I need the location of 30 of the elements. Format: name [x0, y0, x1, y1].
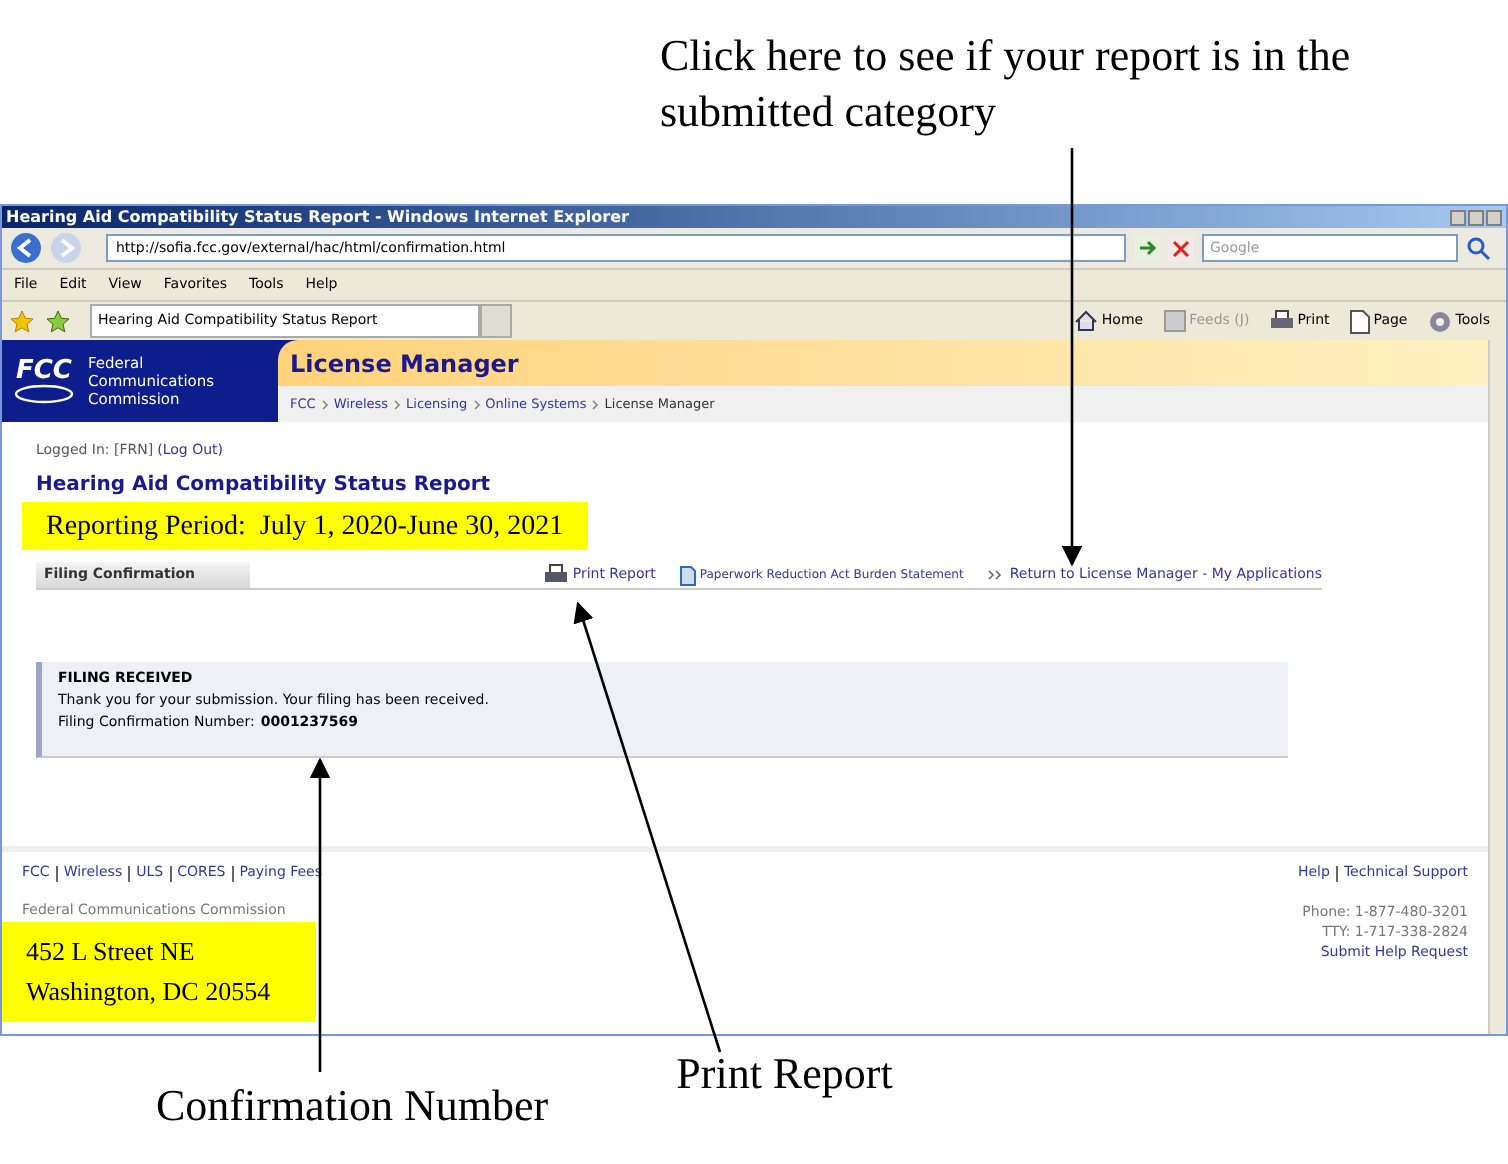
printer-icon	[544, 564, 569, 586]
feed-icon	[1163, 310, 1186, 332]
add-favorite-icon[interactable]	[46, 309, 70, 333]
logo-icon	[14, 384, 74, 404]
annotation-text: Click here to see if your report is in the submitted category	[660, 28, 1353, 140]
refresh-icon[interactable]	[1134, 235, 1160, 261]
page-icon	[1349, 309, 1370, 333]
chevron-icon	[321, 399, 328, 409]
printer-icon	[1269, 310, 1294, 332]
stop-icon[interactable]	[1168, 235, 1194, 261]
page-title: Hearing Aid Compatibility Status Report	[34, 472, 493, 498]
new-tab-button[interactable]	[480, 304, 512, 338]
double-chevron-icon	[987, 570, 1002, 580]
address-line: 452 L Street NE	[26, 938, 197, 966]
document-icon	[679, 565, 696, 585]
search-icon[interactable]	[1466, 235, 1494, 261]
chevron-icon	[473, 399, 480, 409]
back-icon[interactable]	[10, 232, 42, 264]
annotation-text: Print Report	[676, 1048, 893, 1100]
highlight-label: Reporting Period: July 1, 2020-June 30, 2021	[22, 502, 588, 550]
chevron-icon	[394, 399, 401, 409]
window-title: Hearing Aid Compatibility Status Report - Windows Internet Explorer	[6, 207, 629, 227]
star-icon[interactable]	[10, 309, 34, 333]
annotation-text: Confirmation Number	[156, 1080, 549, 1132]
header-banner: License Manager	[278, 340, 1488, 386]
chevron-icon	[592, 399, 599, 409]
gear-icon	[1427, 309, 1452, 333]
logo-text: FCC	[16, 358, 72, 384]
address-line: Washington, DC 20554	[26, 978, 273, 1006]
house-icon	[1073, 310, 1098, 332]
